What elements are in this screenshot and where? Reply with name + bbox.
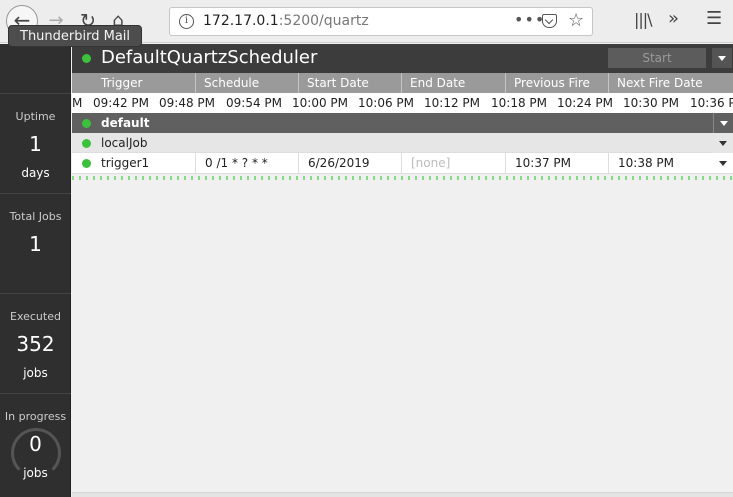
- trigger-end-date: [none]: [401, 153, 505, 173]
- group-menu-chevron-down-icon[interactable]: [713, 113, 733, 133]
- timeline-tick: 09:48 PM: [159, 96, 215, 110]
- group-name: default: [101, 116, 150, 130]
- timeline-tick: 10:00 PM: [292, 96, 348, 110]
- job-row[interactable]: localJob: [72, 133, 733, 153]
- column-header-trigger: Trigger: [101, 76, 143, 90]
- timeline-tick: 10:18 PM: [491, 96, 547, 110]
- url-path: :5200/quartz: [278, 13, 369, 29]
- scheduler-menu-chevron-down-icon[interactable]: [712, 48, 732, 68]
- total-jobs-box: Total Jobs 1: [0, 193, 71, 293]
- job-status-dot: [82, 139, 91, 148]
- job-menu-chevron-down-icon[interactable]: [713, 133, 733, 153]
- job-group-row[interactable]: default: [72, 113, 733, 133]
- column-header-start-date: Start Date: [298, 73, 401, 93]
- star-icon[interactable]: ☆: [568, 10, 584, 31]
- timeline-tick: 10:36 PM: [690, 96, 733, 110]
- library-icon[interactable]: |||\: [634, 10, 653, 29]
- timeline-tick: 09:42 PM: [93, 96, 149, 110]
- job-name: localJob: [101, 136, 148, 150]
- timeline-tick: 10:24 PM: [557, 96, 613, 110]
- uptime-value: 1: [29, 132, 42, 156]
- in-progress-box: In progress 0 jobs: [0, 393, 71, 493]
- fire-history-strip: [72, 176, 733, 180]
- in-progress-label: In progress: [4, 410, 67, 423]
- pocket-icon[interactable]: [542, 14, 557, 28]
- url-text[interactable]: 172.17.0.1:5200/quartz: [203, 13, 369, 29]
- timeline-ruler: M 09:42 PM 09:48 PM 09:54 PM 10:00 PM 10…: [72, 93, 733, 113]
- tooltip: Thunderbird Mail: [8, 25, 143, 47]
- executed-unit: jobs: [23, 366, 48, 380]
- trigger-row[interactable]: trigger1 0 /1 * ? * * 6/26/2019 [none] 1…: [72, 153, 733, 174]
- executed-box: Executed 352 jobs: [0, 293, 71, 393]
- url-bar[interactable]: i 172.17.0.1:5200/quartz ••• ☆: [169, 7, 593, 36]
- executed-value: 352: [16, 332, 55, 356]
- executed-label: Executed: [10, 310, 61, 323]
- total-jobs-value: 1: [29, 232, 42, 256]
- trigger-schedule: 0 /1 * ? * *: [195, 153, 298, 173]
- trigger-next-fire: 10:38 PM: [608, 153, 713, 173]
- trigger-menu-chevron-down-icon[interactable]: [713, 153, 733, 173]
- bottom-scrollbar[interactable]: [72, 492, 733, 497]
- trigger-name: trigger1: [101, 156, 150, 170]
- in-progress-unit: jobs: [23, 466, 48, 480]
- scheduler-status-dot: [82, 54, 91, 63]
- uptime-label: Uptime: [15, 110, 56, 123]
- column-header-schedule: Schedule: [195, 73, 298, 93]
- column-header-previous-fire: Previous Fire: [505, 73, 608, 93]
- in-progress-value: 0: [29, 432, 42, 456]
- trigger-previous-fire: 10:37 PM: [505, 153, 608, 173]
- column-header-end-date: End Date: [401, 73, 505, 93]
- start-button[interactable]: Start: [608, 48, 706, 68]
- timeline-tick: 10:30 PM: [623, 96, 679, 110]
- total-jobs-label: Total Jobs: [9, 210, 62, 223]
- timeline-tick: 10:06 PM: [358, 96, 414, 110]
- timeline-tick: 10:12 PM: [424, 96, 480, 110]
- uptime-unit: days: [21, 166, 50, 180]
- scheduler-panel: DefaultQuartzScheduler Start Trigger Sch…: [72, 44, 733, 497]
- info-icon[interactable]: i: [179, 14, 194, 29]
- url-host: 172.17.0.1: [203, 13, 279, 29]
- timeline-partial-tick: M: [72, 96, 83, 110]
- timeline-tick: 09:54 PM: [226, 96, 282, 110]
- column-header-row: Trigger Schedule Start Date End Date Pre…: [72, 73, 733, 93]
- trigger-start-date: 6/26/2019: [298, 153, 401, 173]
- scheduler-header: DefaultQuartzScheduler Start: [72, 44, 733, 73]
- uptime-box: Uptime 1 days: [0, 93, 71, 193]
- scheduler-name: DefaultQuartzScheduler: [101, 47, 318, 68]
- page-actions-icon[interactable]: •••: [514, 10, 545, 29]
- stats-sidebar: Uptime 1 days Total Jobs 1 Executed 352 …: [0, 44, 71, 497]
- group-status-dot: [82, 119, 91, 128]
- column-header-next-fire-date: Next Fire Date: [608, 73, 733, 93]
- hamburger-menu-icon[interactable]: ☰: [706, 8, 722, 29]
- overflow-icon[interactable]: »: [668, 8, 679, 29]
